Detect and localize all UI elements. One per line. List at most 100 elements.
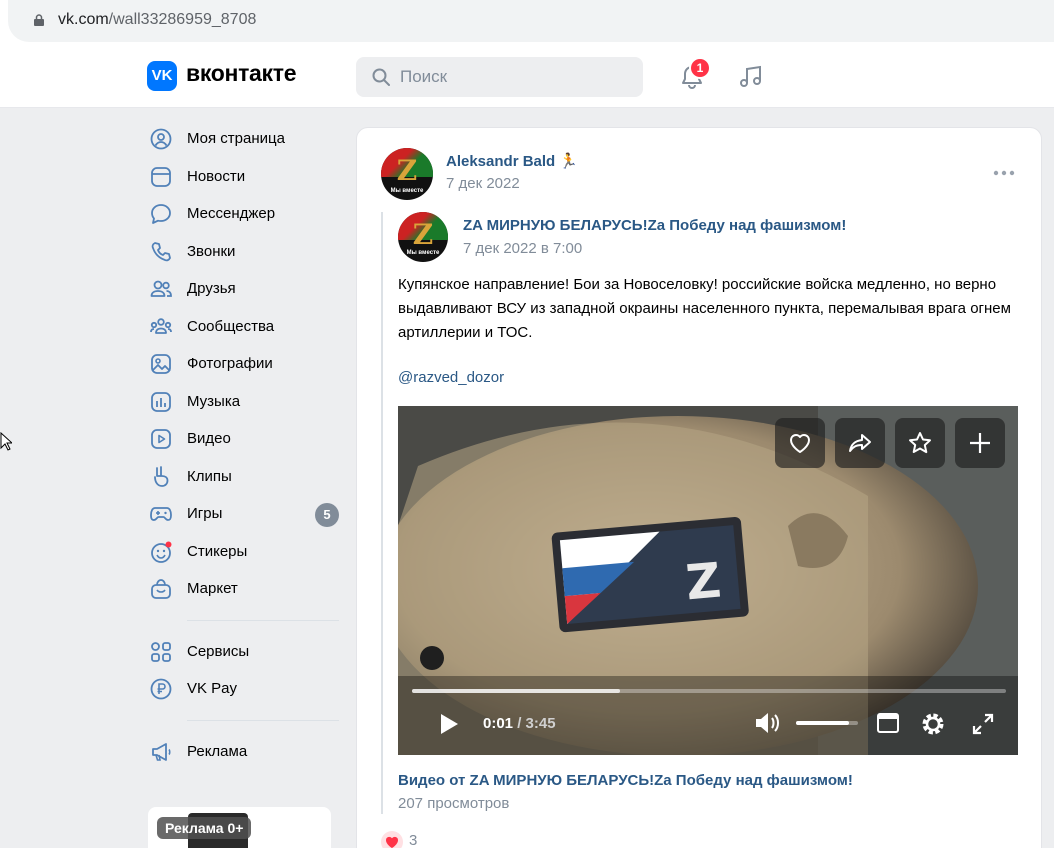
like-button[interactable]: 3 [381, 831, 417, 848]
heart-outline-icon [790, 434, 810, 453]
video-icon [151, 429, 171, 449]
repost-group-link[interactable]: ZA МИРНУЮ БЕЛАРУСЬ!Za Победу над фашизмо… [463, 217, 846, 234]
group-avatar[interactable]: Z Мы вместе [398, 212, 448, 262]
sidebar-ad-card[interactable]: Реклама 0+ [148, 807, 331, 848]
sidebar-item-news[interactable]: Новости [148, 158, 343, 196]
sidebar-item-friends[interactable]: Друзья [148, 270, 343, 308]
ad-badge: Реклама 0+ [157, 817, 252, 839]
sidebar-item-ads[interactable]: Реклама [148, 733, 343, 771]
games-count-badge: 5 [315, 503, 339, 527]
post-author-link[interactable]: Aleksandr Bald 🏃 [446, 152, 578, 170]
share-video-button[interactable] [835, 418, 885, 468]
sidebar-item-label: Видео [187, 430, 231, 447]
vk-logo-text[interactable]: вконтакте [186, 60, 297, 87]
sidebar-item-label: Музыка [187, 392, 241, 410]
sidebar-item-label: Сообщества [187, 317, 275, 335]
play-icon[interactable] [438, 712, 460, 736]
sidebar-item-label: Стикеры [187, 542, 248, 560]
sidebar-item-games[interactable]: Игры 5 [148, 495, 343, 533]
lock-icon [34, 14, 44, 26]
like-count: 3 [409, 832, 418, 848]
settings-gear-icon[interactable] [919, 710, 947, 738]
fullscreen-icon[interactable] [972, 713, 994, 735]
sidebar-item-video[interactable]: Видео [148, 420, 343, 458]
time-total: 3:45 [525, 715, 556, 732]
sidebar-item-my-page[interactable]: Моя страница [148, 120, 343, 158]
video-progress-bar[interactable] [412, 689, 1006, 693]
mouse-cursor-icon [0, 432, 12, 451]
share-arrow-icon [849, 434, 871, 452]
sidebar-item-label: Игры [187, 505, 223, 522]
miniplayer-icon[interactable] [877, 713, 899, 733]
volume-slider[interactable] [796, 721, 858, 725]
address-pill[interactable]: vk.com/wall33286959_8708 [8, 0, 1054, 42]
sidebar-item-services[interactable]: Сервисы [148, 633, 343, 671]
sidebar-divider [187, 619, 339, 621]
video-player[interactable]: Z 0:01 / 3:45 [398, 406, 1018, 755]
services-grid-icon [151, 641, 171, 662]
svg-text:Z: Z [684, 553, 724, 612]
sidebar-item-music[interactable]: Музыка [148, 383, 343, 421]
add-video-button[interactable] [955, 418, 1005, 468]
search-icon [372, 68, 390, 86]
sidebar-item-photos[interactable]: Фотографии [148, 345, 343, 383]
vk-header: VK вконтакте 1 [0, 46, 1054, 108]
sidebar-item-label: Друзья [187, 280, 236, 297]
mention-link[interactable]: @razved_dozor [398, 369, 504, 386]
time-current: 0:01 [483, 715, 514, 732]
video-progress-fill [412, 689, 620, 693]
video-views: 207 просмотров [398, 795, 510, 812]
post-date[interactable]: 7 дек 2022 [446, 175, 520, 192]
sidebar-item-label: Сервисы [187, 642, 250, 660]
browser-address-bar: vk.com/wall33286959_8708 [0, 0, 1054, 46]
gamepad-icon [150, 507, 172, 521]
search-input[interactable] [400, 65, 630, 89]
url-path: /wall33286959_8708 [108, 11, 257, 28]
music-icon [151, 391, 171, 412]
sidebar-divider [187, 719, 339, 721]
sidebar-item-label: Мессенджер [187, 205, 276, 222]
sidebar-item-label: Новости [187, 167, 246, 185]
sidebar-item-stickers[interactable]: Стикеры [148, 533, 343, 571]
author-avatar[interactable]: Z Мы вместе [381, 148, 433, 200]
megaphone-icon [152, 742, 171, 761]
sidebar-item-clips[interactable]: Клипы [148, 458, 343, 496]
vk-logo-icon[interactable]: VK [147, 61, 177, 91]
sidebar-item-label: Звонки [187, 242, 236, 260]
avatar-caption: Мы вместе [406, 250, 440, 256]
communities-icon [150, 317, 172, 334]
phone-icon [151, 241, 171, 261]
sticker-icon [151, 541, 172, 563]
sidebar-item-market[interactable]: Маркет [148, 570, 343, 608]
sidebar-item-label: Фотографии [187, 355, 273, 372]
avatar-letter: Z [412, 218, 434, 251]
author-name: Aleksandr Bald [446, 153, 556, 170]
video-title-link[interactable]: Видео от ZA МИРНУЮ БЕЛАРУСЬ!Za Победу на… [398, 772, 853, 789]
notifications-badge: 1 [689, 57, 711, 79]
repost-date[interactable]: 7 дек 2022 в 7:00 [463, 240, 582, 257]
search-box[interactable] [356, 57, 643, 97]
plus-icon [970, 433, 990, 453]
sidebar-item-calls[interactable]: Звонки [148, 233, 343, 271]
sidebar-item-vkpay[interactable]: VK Pay [148, 670, 343, 708]
wall-post: Z Мы вместе Aleksandr Bald 🏃 7 дек 2022 … [356, 127, 1042, 848]
video-time: 0:01 / 3:45 [483, 715, 556, 732]
address-url[interactable]: vk.com/wall33286959_8708 [58, 11, 256, 29]
volume-fill [796, 721, 849, 725]
avatar-letter: Z [396, 154, 418, 187]
user-circle-icon [150, 128, 172, 150]
like-video-button[interactable] [775, 418, 825, 468]
star-icon [909, 432, 931, 454]
photo-icon [151, 354, 171, 374]
sidebar-item-messenger[interactable]: Мессенджер [148, 195, 343, 233]
message-icon [151, 204, 171, 224]
url-host: vk.com [58, 11, 109, 28]
heart-filled-icon [381, 831, 403, 848]
sidebar-item-label: VK Pay [187, 680, 238, 697]
vkpay-icon [150, 678, 172, 700]
more-options-icon[interactable] [993, 169, 1015, 177]
sidebar-item-communities[interactable]: Сообщества [148, 308, 343, 346]
music-icon[interactable] [738, 64, 764, 90]
favorite-video-button[interactable] [895, 418, 945, 468]
volume-icon[interactable] [754, 711, 782, 735]
